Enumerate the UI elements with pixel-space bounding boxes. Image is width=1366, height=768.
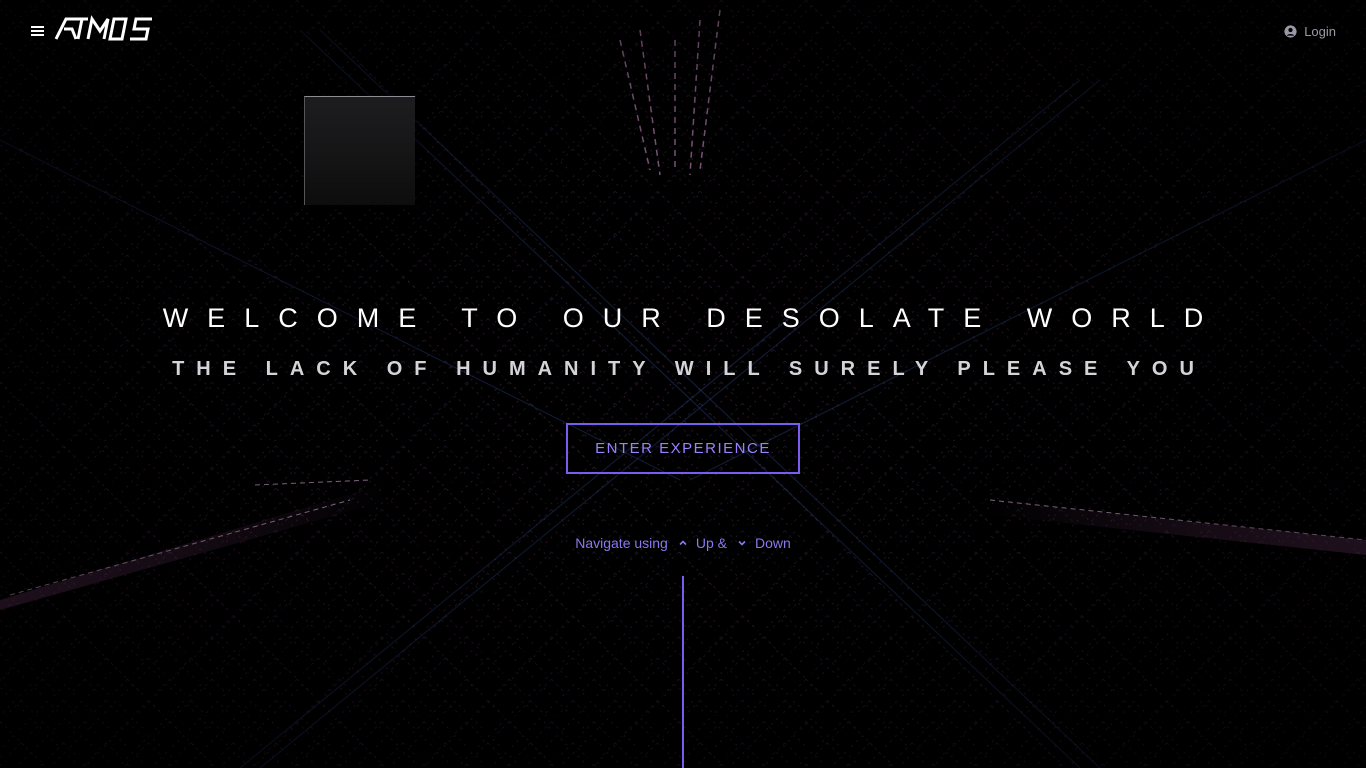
menu-button[interactable]	[31, 25, 45, 37]
hamburger-menu-icon-bar	[31, 34, 44, 36]
navigation-hint: Navigate using Up & Down	[0, 535, 1366, 551]
navigation-hint-up: Up &	[695, 535, 727, 551]
hero-title: WELCOME TO OUR DESOLATE WORLD	[162, 303, 1223, 333]
enter-experience-button[interactable]: ENTER EXPERIENCE	[566, 423, 800, 474]
chevron-down-icon	[738, 540, 746, 546]
user-circle-icon	[1284, 24, 1297, 38]
login-label: Login	[1304, 23, 1336, 39]
floating-cube	[304, 96, 415, 205]
chevron-up-icon	[679, 540, 687, 546]
scroll-indicator-line	[682, 576, 684, 768]
hamburger-menu-icon	[31, 26, 44, 28]
hero-subtitle: THE LACK OF HUMANITY WILL SURELY PLEASE …	[172, 358, 1206, 380]
page: Login WELCOME TO OUR DESOLATE WORLD THE …	[0, 0, 1366, 768]
hamburger-menu-icon-bar	[31, 30, 44, 32]
navigation-hint-prefix: Navigate using	[575, 535, 668, 551]
login-link[interactable]: Login	[1284, 22, 1336, 40]
logo[interactable]	[54, 15, 156, 43]
navigation-hint-down: Down	[754, 535, 791, 551]
